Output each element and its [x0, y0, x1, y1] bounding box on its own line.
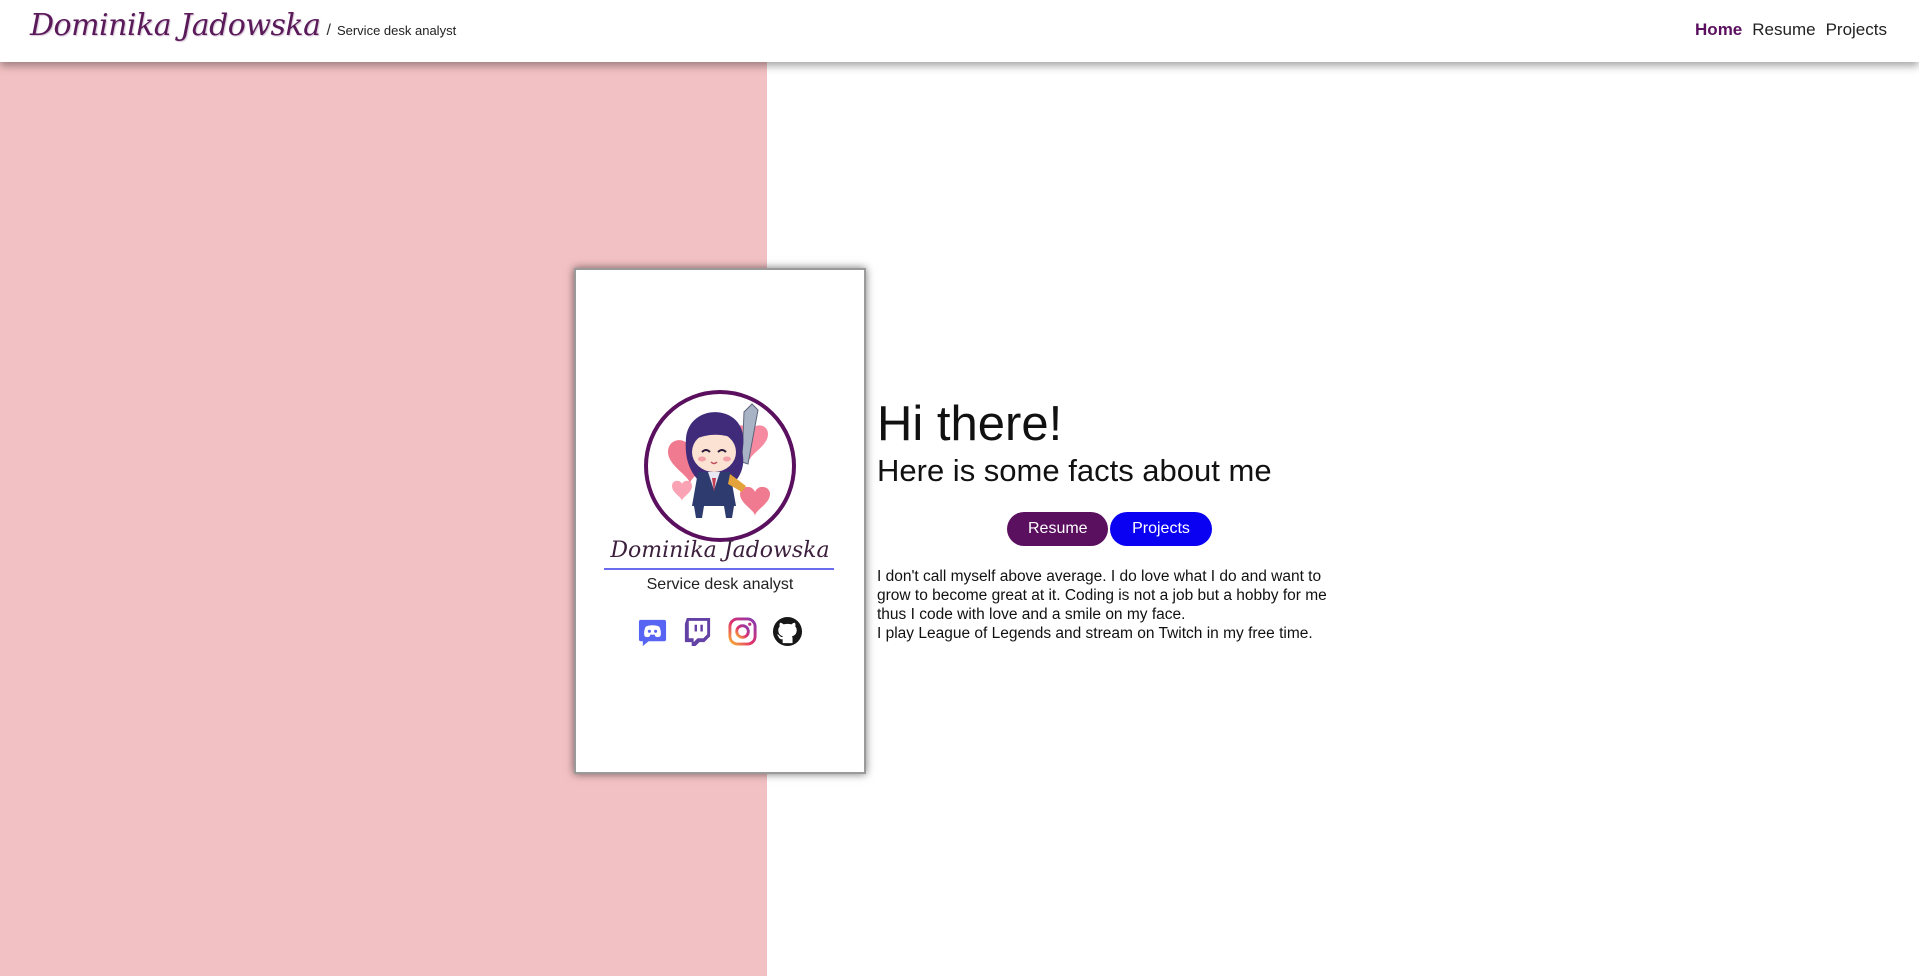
twitch-icon[interactable] [682, 616, 713, 647]
hero-subtitle: Here is some facts about me [877, 453, 1272, 488]
hero-buttons: Resume Projects [1007, 512, 1212, 546]
projects-button[interactable]: Projects [1110, 512, 1212, 546]
avatar [644, 390, 796, 542]
about-text: I don't call myself above average. I do … [877, 567, 1357, 643]
about-paragraph-hobby: I play League of Legends and stream on T… [877, 625, 1313, 642]
profile-card: Dominika Jadowska Service desk analyst [574, 268, 866, 774]
brand[interactable]: Dominika Jadowska / Service desk analyst [30, 8, 456, 43]
instagram-icon[interactable] [727, 616, 758, 647]
discord-icon[interactable] [637, 616, 668, 647]
hero-title: Hi there! [877, 397, 1063, 451]
social-links [576, 616, 864, 647]
brand-separator: / [326, 22, 331, 39]
brand-subtitle: Service desk analyst [336, 23, 457, 38]
github-icon[interactable] [772, 616, 803, 647]
card-name: Dominika Jadowska [610, 538, 830, 563]
about-paragraph: I don't call myself above average. I do … [877, 568, 1327, 623]
nav-link-home[interactable]: Home [1695, 20, 1742, 40]
nav-links: Home Resume Projects [1695, 20, 1887, 40]
nav-link-projects[interactable]: Projects [1826, 20, 1887, 40]
chibi-character-avatar-icon [668, 403, 770, 518]
card-role: Service desk analyst [646, 576, 794, 593]
brand-name[interactable]: Dominika Jadowska [30, 8, 321, 43]
card-divider [604, 568, 834, 570]
top-navbar: Dominika Jadowska / Service desk analyst… [0, 0, 1919, 62]
nav-link-resume[interactable]: Resume [1752, 20, 1815, 40]
resume-button[interactable]: Resume [1007, 512, 1108, 546]
